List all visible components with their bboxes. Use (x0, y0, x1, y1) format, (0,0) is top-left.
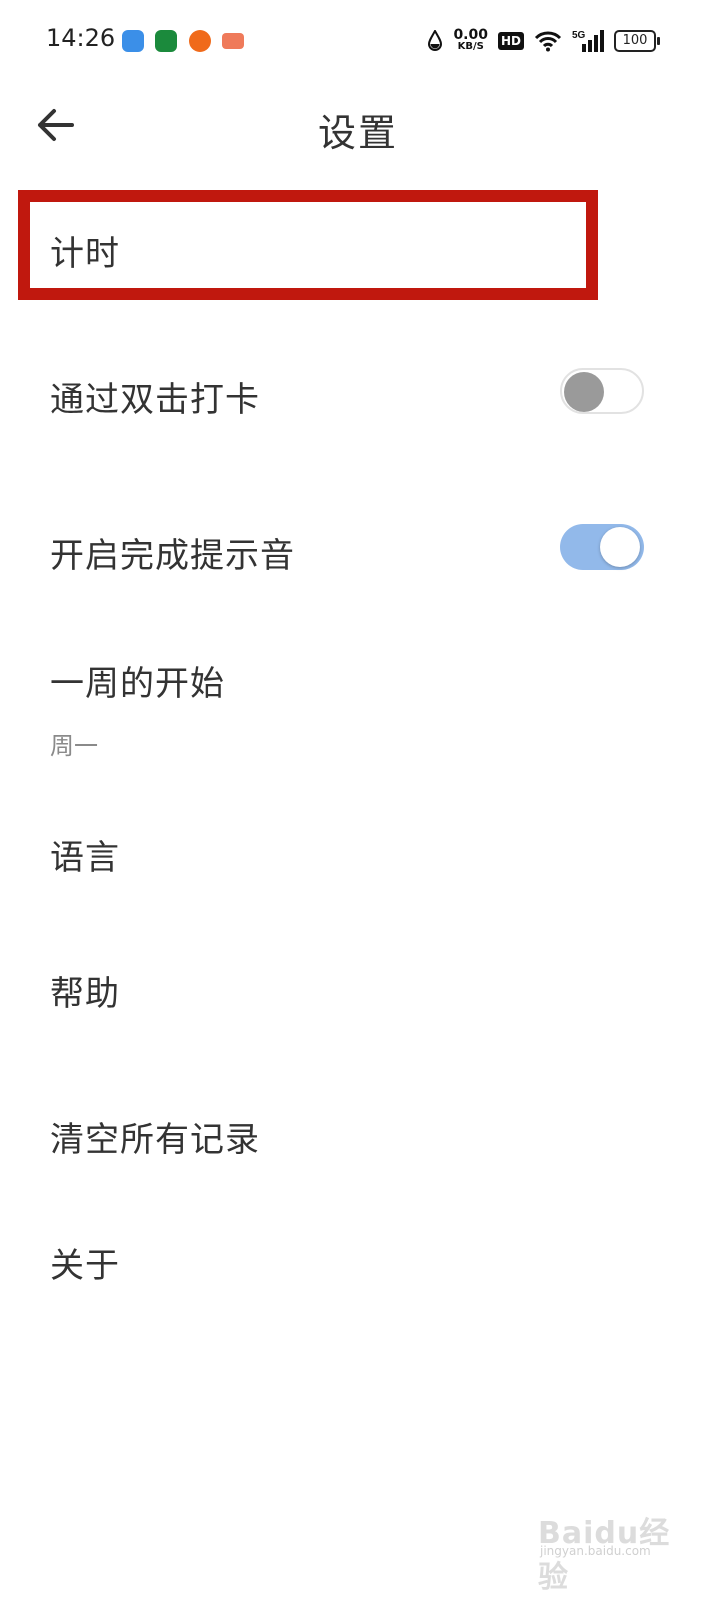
setting-help[interactable]: 帮助 (0, 936, 716, 1046)
setting-about-label: 关于 (50, 1246, 120, 1286)
battery-icon: 100 (614, 30, 660, 52)
orange-app-icon (189, 30, 211, 52)
page-title: 设置 (317, 111, 398, 155)
setting-week-start[interactable]: 一周的开始 周一 (0, 640, 716, 770)
highlight-box (18, 190, 598, 300)
water-drop-icon (428, 30, 443, 51)
setting-clear-records[interactable]: 清空所有记录 (0, 1082, 716, 1192)
oppo-app-icon (155, 30, 177, 52)
wifi-icon (534, 31, 562, 52)
hd-badge: HD (497, 32, 524, 50)
blue-leaf-app-icon (122, 30, 144, 52)
status-indicators: 0.00 KB/S HD 5G 100 (427, 26, 660, 56)
net-speed: 0.00 KB/S (453, 28, 488, 53)
toggle-knob (600, 527, 640, 567)
setting-about[interactable]: 关于 (0, 1208, 716, 1318)
setting-double-tap[interactable]: 通过双击打卡 (0, 340, 716, 450)
setting-language-label: 语言 (50, 838, 120, 878)
setting-help-label: 帮助 (50, 974, 120, 1014)
completion-sound-toggle[interactable] (560, 524, 644, 570)
setting-completion-sound[interactable]: 开启完成提示音 (0, 496, 716, 606)
toggle-knob (564, 372, 604, 412)
setting-week-start-value: 周一 (50, 732, 98, 760)
setting-completion-sound-label: 开启完成提示音 (50, 536, 295, 576)
watermark-sub: jingyan.baidu.com (540, 1544, 651, 1558)
setting-clear-records-label: 清空所有记录 (50, 1120, 260, 1160)
baidu-watermark: Baidu经验 jingyan.baidu.com (538, 1500, 698, 1595)
setting-week-start-label: 一周的开始 (50, 664, 225, 704)
status-bar: 14:26 0.00 KB/S HD 5G 100 (0, 0, 716, 80)
game-app-icon (222, 33, 244, 49)
setting-language[interactable]: 语言 (0, 800, 716, 910)
network-type-label: 5G (572, 30, 586, 41)
battery-level: 100 (622, 33, 648, 48)
app-header: 设置 (0, 80, 716, 180)
setting-double-tap-label: 通过双击打卡 (50, 380, 260, 420)
net-speed-unit: KB/S (457, 41, 484, 52)
double-tap-toggle[interactable] (560, 368, 644, 414)
status-time: 14:26 (46, 24, 116, 52)
signal-bars-icon: 5G (572, 30, 604, 52)
